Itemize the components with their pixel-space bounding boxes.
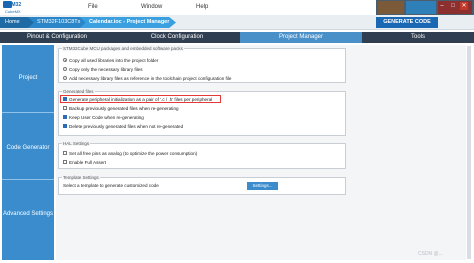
promo-image — [406, 1, 436, 14]
breadcrumb-home[interactable]: Home — [0, 17, 34, 28]
group-title: STM32Cube MCU packages and embedded soft… — [62, 46, 184, 51]
hal-settings-group: HAL Settings Set all free pins as analog… — [58, 141, 346, 169]
template-settings-button[interactable]: Settings... — [247, 182, 278, 190]
radio-button[interactable] — [63, 67, 67, 71]
sidebar-divider — [2, 179, 54, 180]
generated-files-group: Generated files Generate peripheral init… — [58, 89, 346, 136]
option-label: Add necessary library files as reference… — [69, 75, 232, 81]
option-label: Copy all used libraries into the project… — [69, 57, 159, 63]
code-generator-panel: STM32Cube MCU packages and embedded soft… — [56, 45, 472, 260]
template-description: Select a template to generate customized… — [63, 183, 159, 188]
close-icon[interactable]: ✕ — [460, 2, 468, 10]
menu-bar: STM32 CubeMX File Window Help – □ ✕ — [0, 0, 474, 15]
stm32cubemx-logo: STM32 CubeMX — [3, 1, 25, 15]
option-label: Backup previously generated files when r… — [69, 105, 179, 111]
logo-text: STM32 — [5, 2, 22, 8]
sidebar: Project Code Generator Advanced Settings — [2, 45, 54, 260]
promo-image — [378, 1, 404, 14]
maximize-icon[interactable]: □ — [449, 2, 457, 10]
menu-window[interactable]: Window — [141, 4, 162, 10]
option-label: Keep User Code when re-generating — [69, 114, 144, 120]
tab-clock-configuration[interactable]: Clock Configuration — [114, 32, 240, 43]
checkbox-checked[interactable] — [63, 115, 67, 119]
option-label: Copy only the necessary library files — [69, 66, 143, 72]
watermark-text: CSDN @... — [418, 251, 443, 257]
group-title: HAL Settings — [62, 141, 91, 146]
checkbox-checked[interactable] — [63, 124, 67, 128]
checkbox[interactable] — [63, 160, 67, 164]
sidebar-divider — [2, 112, 54, 113]
generate-code-button[interactable]: GENERATE CODE — [376, 17, 438, 28]
tab-pinout-configuration[interactable]: Pinout & Configuration — [0, 32, 114, 43]
radio-button-selected[interactable] — [63, 58, 67, 62]
menu-file[interactable]: File — [88, 4, 98, 10]
main-tabs: Pinout & Configuration Clock Configurati… — [0, 32, 474, 43]
scrollbar-thumb[interactable] — [467, 46, 471, 259]
tab-project-manager[interactable]: Project Manager — [240, 32, 362, 43]
breadcrumb-current[interactable]: Calendar.ioc - Project Manager — [80, 17, 176, 28]
mcu-packages-group: STM32Cube MCU packages and embedded soft… — [58, 46, 346, 83]
option-label: Delete previously generated files when n… — [69, 123, 184, 129]
breadcrumb-mcu[interactable]: STM32F103C8Tx — [28, 17, 86, 28]
checkbox[interactable] — [63, 151, 67, 155]
sidebar-item-advanced-settings[interactable]: Advanced Settings — [2, 211, 54, 217]
option-label: Set all free pins as analog (to optimize… — [69, 150, 198, 156]
sidebar-item-project[interactable]: Project — [2, 75, 54, 81]
option-label: Generate peripheral initialization as a … — [69, 96, 213, 102]
checkbox[interactable] — [63, 106, 67, 110]
logo-subtext: CubeMX — [5, 9, 21, 14]
template-settings-group: Template Settings Select a template to g… — [58, 175, 346, 195]
checkbox-checked[interactable] — [63, 97, 67, 101]
tab-tools[interactable]: Tools — [362, 32, 474, 43]
minimize-icon[interactable]: – — [438, 2, 446, 10]
sidebar-item-code-generator[interactable]: Code Generator — [2, 145, 54, 151]
option-label: Enable Full Assert — [69, 159, 107, 165]
group-title: Generated files — [62, 89, 95, 94]
menu-help[interactable]: Help — [196, 4, 208, 10]
group-title: Template Settings — [62, 175, 100, 180]
radio-button[interactable] — [63, 76, 67, 80]
